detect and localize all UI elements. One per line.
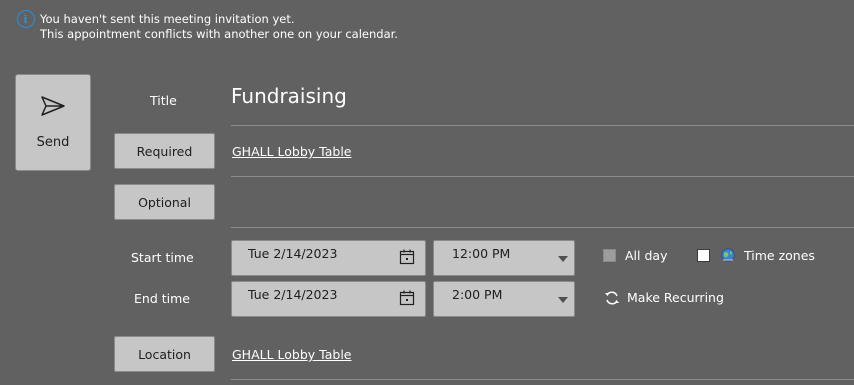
chevron-down-icon <box>558 297 568 303</box>
make-recurring-button[interactable]: Make Recurring <box>627 290 724 305</box>
location-button[interactable]: Location <box>114 336 215 372</box>
all-day-checkbox[interactable] <box>603 249 616 262</box>
start-time-dropdown[interactable]: 12:00 PM <box>433 240 575 276</box>
optional-button[interactable]: Optional <box>114 184 215 220</box>
start-time-value: 12:00 PM <box>452 246 511 261</box>
required-button[interactable]: Required <box>114 133 215 169</box>
end-time-value: 2:00 PM <box>452 287 503 302</box>
info-icon: i <box>16 10 35 28</box>
send-button[interactable]: Send <box>15 74 91 171</box>
optional-divider <box>231 227 854 228</box>
location-divider <box>231 379 854 380</box>
required-divider <box>231 176 854 177</box>
chevron-down-icon <box>558 256 568 262</box>
time-zones-checkbox[interactable] <box>697 249 710 262</box>
info-line-2: This appointment conflicts with another … <box>40 27 398 41</box>
title-label: Title <box>150 93 177 108</box>
title-divider <box>231 125 854 126</box>
end-time-dropdown[interactable]: 2:00 PM <box>433 281 575 317</box>
calendar-icon[interactable] <box>399 249 415 265</box>
title-input[interactable]: Fundraising <box>231 84 347 108</box>
start-date-field[interactable]: Tue 2/14/2023 <box>231 240 426 276</box>
end-time-label: End time <box>134 291 190 306</box>
all-day-label: All day <box>625 248 668 263</box>
recurring-icon[interactable] <box>604 291 620 305</box>
start-date-value: Tue 2/14/2023 <box>248 246 338 261</box>
info-line-1: You haven't sent this meeting invitation… <box>40 12 295 26</box>
end-date-value: Tue 2/14/2023 <box>248 287 338 302</box>
send-icon <box>41 96 65 116</box>
time-zones-label[interactable]: Time zones <box>744 248 815 263</box>
location-link[interactable]: GHALL Lobby Table <box>232 347 352 362</box>
start-time-label: Start time <box>131 250 194 265</box>
globe-icon <box>721 248 735 262</box>
info-text: You haven't sent this meeting invitation… <box>40 12 398 42</box>
end-date-field[interactable]: Tue 2/14/2023 <box>231 281 426 317</box>
calendar-icon[interactable] <box>399 290 415 306</box>
required-attendee-link[interactable]: GHALL Lobby Table <box>232 144 352 159</box>
send-label: Send <box>36 135 70 150</box>
